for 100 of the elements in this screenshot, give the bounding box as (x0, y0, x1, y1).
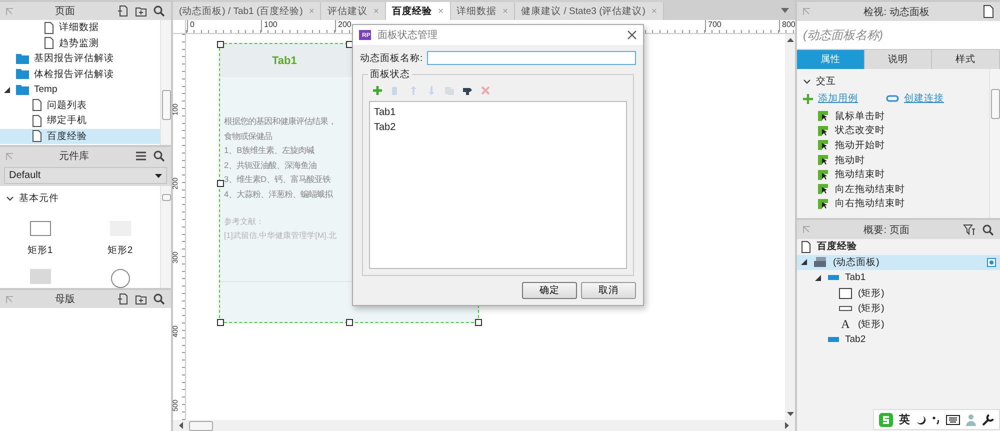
body-text: 4、大蒜粉、洋葱粉、蝙蝠蛾拟 (224, 188, 333, 201)
library-dropdown[interactable]: Default (4, 167, 167, 184)
scroll-down-icon[interactable] (786, 412, 794, 416)
page-icon[interactable] (983, 5, 994, 18)
add-page-icon[interactable] (117, 5, 129, 17)
event-item[interactable]: 状态改变时 (797, 124, 989, 138)
widget-label: 矩形2 (107, 244, 133, 257)
input-mode-label[interactable]: 英 (899, 412, 910, 427)
dialog-title: 面板状态管理 (377, 28, 438, 42)
outline-item[interactable]: (动态面板) (797, 254, 1000, 270)
folder-item[interactable]: 基因报告评估解读 (0, 51, 160, 66)
resize-handle[interactable] (346, 319, 353, 326)
outline-item[interactable]: A (矩形) (797, 316, 1000, 332)
keyboard-icon[interactable] (946, 414, 960, 424)
inspector-tab[interactable]: 样式 (932, 50, 1000, 69)
scrollbar[interactable] (785, 34, 795, 420)
outline-item[interactable]: Tab2 (797, 332, 1000, 348)
search-icon[interactable] (982, 224, 994, 236)
outline-item[interactable]: Tab1 (797, 270, 1000, 286)
scrollbar[interactable] (989, 69, 1000, 218)
expand-arrow-icon[interactable] (815, 274, 822, 281)
panel-title: 元件库 (58, 150, 90, 163)
circle-widget-icon[interactable] (110, 269, 130, 288)
resize-handle[interactable] (217, 319, 224, 326)
event-item[interactable]: 拖动开始时 (797, 138, 989, 153)
search-icon[interactable] (153, 5, 165, 17)
horizontal-scrollbar[interactable] (173, 420, 795, 431)
folder-icon (16, 54, 29, 64)
plus-icon[interactable] (803, 94, 813, 104)
expand-arrow-icon[interactable] (4, 86, 11, 93)
panel-name-input[interactable] (426, 51, 636, 65)
rectangle-widget-icon[interactable] (30, 221, 50, 236)
outline-item[interactable]: (矩形) (797, 301, 1000, 316)
document-tab[interactable]: 健康建议 / State3 (评估建议) × (515, 2, 664, 20)
panel-name-input[interactable]: (动态面板名称) (797, 21, 1000, 49)
body-text: 1、B族维生素、左旋肉碱 (224, 144, 314, 158)
section-header[interactable]: 基本元件 (0, 186, 160, 209)
scrollbar[interactable] (160, 20, 171, 145)
cancel-button[interactable]: 取消 (581, 282, 636, 299)
link-icon[interactable] (886, 95, 899, 102)
page-item[interactable]: 百度经验 (0, 128, 160, 144)
resize-handle[interactable] (217, 180, 224, 187)
cursor-flag-icon (818, 111, 828, 122)
chevron-icon[interactable] (6, 196, 14, 202)
state-icon (828, 275, 839, 280)
document-tab[interactable]: 百度经验 × (386, 2, 450, 20)
folder-icon (16, 84, 29, 95)
bar-icon (839, 306, 852, 312)
selection-indicator-icon (987, 258, 996, 267)
cursor-flag-icon (818, 184, 828, 194)
event-item[interactable]: 鼠标单击时 (797, 109, 989, 124)
wrench-icon[interactable] (982, 414, 994, 426)
add-folder-icon[interactable] (135, 293, 147, 305)
folder-item[interactable]: Temp (0, 82, 160, 98)
document-tab[interactable]: (动态面板) / Tab1 (百度经验) × (173, 2, 322, 20)
add-icon[interactable] (372, 84, 383, 96)
page-icon (32, 130, 42, 142)
scroll-up-icon[interactable] (786, 38, 794, 42)
add-page-icon[interactable] (117, 293, 129, 305)
page-icon (44, 37, 54, 50)
reference-text: [1]武留信.中华健康管理学[M].北 (224, 230, 336, 242)
document-tab[interactable]: 详细数据 × (450, 2, 516, 20)
outline-item[interactable]: (矩形) (797, 286, 1000, 301)
moon-icon[interactable] (916, 414, 926, 424)
scroll-right-icon[interactable] (785, 422, 789, 429)
page-item[interactable]: 百度经验 (797, 239, 1000, 254)
punctuation-icon[interactable] (932, 414, 940, 424)
scroll-left-icon[interactable] (179, 422, 183, 429)
folder-item[interactable]: 体检报告评估解读 (0, 66, 160, 82)
search-icon[interactable] (153, 150, 165, 162)
ruler-label: 0 (187, 20, 194, 32)
page-item[interactable]: 趋势监测 (0, 36, 160, 51)
ime-logo-icon[interactable] (879, 412, 893, 426)
document-tab[interactable]: 评估建议 × (321, 2, 386, 20)
inspector-tab[interactable]: 说明 (864, 50, 932, 69)
event-item[interactable]: 向左拖动结束时 (797, 182, 989, 197)
add-folder-icon[interactable] (135, 5, 147, 17)
resize-handle[interactable] (217, 41, 224, 48)
event-item[interactable]: 向右拖动结束时 (797, 196, 989, 212)
filter-icon[interactable] (963, 224, 976, 236)
scrollbar-thumb[interactable] (189, 420, 213, 430)
ruler-label: 200 (335, 20, 352, 32)
reference-text: 参考文献： (224, 216, 264, 228)
scrollbar[interactable] (160, 186, 171, 288)
state-icon (828, 337, 839, 342)
page-item[interactable]: 详细数据 (0, 20, 160, 36)
expand-arrow-icon[interactable] (801, 259, 808, 266)
section-header[interactable]: 交互 (797, 69, 989, 92)
close-icon[interactable] (627, 30, 637, 40)
caret-icon[interactable] (781, 8, 789, 13)
page-item[interactable]: 绑定手机 (0, 113, 160, 128)
menu-icon[interactable] (135, 150, 147, 162)
resize-handle[interactable] (475, 319, 482, 326)
caret-icon (155, 174, 162, 178)
ok-button[interactable]: 确定 (522, 282, 577, 299)
event-item[interactable]: 拖动时 (797, 152, 989, 168)
body-text: 食物或保健品 (224, 130, 272, 143)
page-item[interactable]: 问题列表 (0, 98, 160, 113)
search-icon[interactable] (153, 293, 165, 305)
event-item[interactable]: 拖动结束时 (797, 167, 989, 182)
